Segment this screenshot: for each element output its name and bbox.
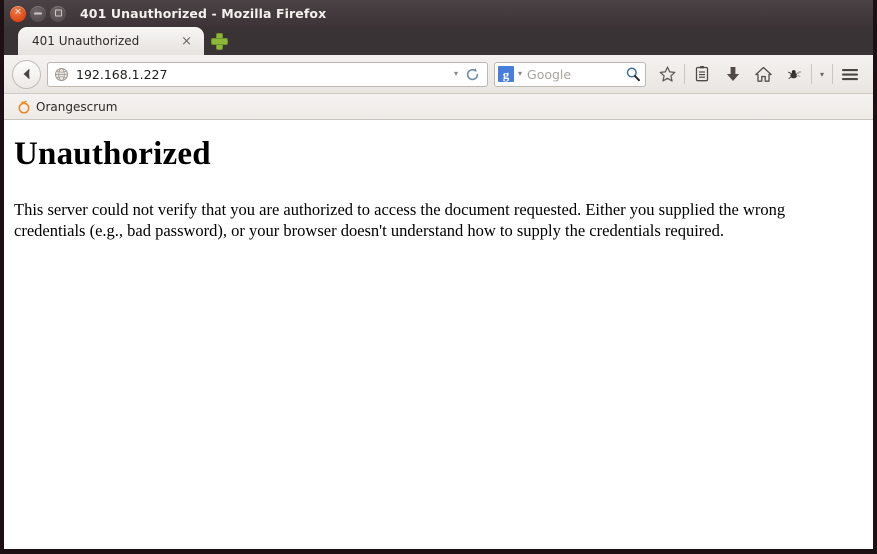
- page-body-text: This server could not verify that you ar…: [14, 200, 786, 241]
- google-engine-icon[interactable]: g: [498, 66, 514, 82]
- bookmark-item-orangescrum[interactable]: Orangescrum: [12, 98, 122, 116]
- bookmark-star-button[interactable]: [652, 59, 683, 89]
- tab-strip: 401 Unauthorized ×: [4, 27, 873, 55]
- reader-list-button[interactable]: [686, 59, 717, 89]
- new-tab-button[interactable]: [204, 27, 234, 55]
- maximize-window-button[interactable]: [50, 5, 66, 22]
- close-window-button[interactable]: ✕: [10, 5, 26, 22]
- firebug-dropdown-icon[interactable]: ▾: [813, 59, 831, 89]
- bookmarks-bar: Orangescrum: [4, 94, 873, 120]
- minimize-icon: [34, 12, 42, 14]
- window-title: 401 Unauthorized - Mozilla Firefox: [80, 6, 327, 21]
- bookmark-label: Orangescrum: [36, 99, 118, 114]
- home-button[interactable]: [748, 59, 779, 89]
- menu-button[interactable]: [834, 59, 865, 89]
- menu-icon: [841, 68, 858, 80]
- page-title: Unauthorized: [14, 136, 211, 172]
- navigation-toolbar: 192.168.1.227 ▾ g ▾ Google ▾: [4, 55, 873, 94]
- browser-window: ✕ 401 Unauthorized - Mozilla Firefox 401…: [0, 0, 877, 554]
- search-input[interactable]: Google: [527, 67, 625, 82]
- firebug-button[interactable]: [779, 59, 810, 89]
- minimize-window-button[interactable]: [30, 5, 46, 22]
- magnifier-icon[interactable]: [625, 66, 641, 82]
- url-bar[interactable]: 192.168.1.227 ▾: [47, 61, 488, 87]
- url-text: 192.168.1.227: [76, 66, 168, 82]
- bookmark-star-icon: [659, 65, 676, 82]
- page-content: Unauthorized This server could not verif…: [4, 120, 873, 549]
- downloads-icon: [726, 67, 739, 81]
- downloads-button[interactable]: [717, 59, 748, 89]
- tab-401-unauthorized[interactable]: 401 Unauthorized ×: [18, 27, 204, 55]
- home-icon: [755, 66, 772, 82]
- tab-close-icon[interactable]: ×: [177, 35, 196, 48]
- back-button[interactable]: [12, 59, 41, 89]
- firebug-icon: [788, 69, 802, 79]
- toolbar-icons: ▾: [652, 59, 865, 89]
- title-bar: ✕ 401 Unauthorized - Mozilla Firefox: [4, 0, 873, 27]
- back-arrow-icon: [23, 68, 29, 80]
- toolbar-separator-3: [832, 64, 833, 84]
- globe-icon: [55, 67, 68, 81]
- close-icon: ✕: [14, 7, 22, 18]
- search-bar[interactable]: g ▾ Google: [494, 61, 646, 87]
- toolbar-separator-2: [811, 64, 812, 84]
- maximize-icon: [54, 9, 62, 17]
- reader-list-icon: [695, 66, 708, 82]
- reload-button[interactable]: [464, 67, 483, 82]
- window-controls: ✕: [10, 5, 66, 22]
- orange-fruit-icon: [18, 100, 30, 114]
- toolbar-separator: [684, 64, 685, 84]
- search-engine-dropdown-icon[interactable]: ▾: [514, 70, 527, 78]
- reload-icon: [466, 67, 479, 80]
- url-dropdown-icon[interactable]: ▾: [448, 70, 464, 78]
- plus-icon: [211, 33, 227, 49]
- tab-label: 401 Unauthorized: [32, 34, 140, 48]
